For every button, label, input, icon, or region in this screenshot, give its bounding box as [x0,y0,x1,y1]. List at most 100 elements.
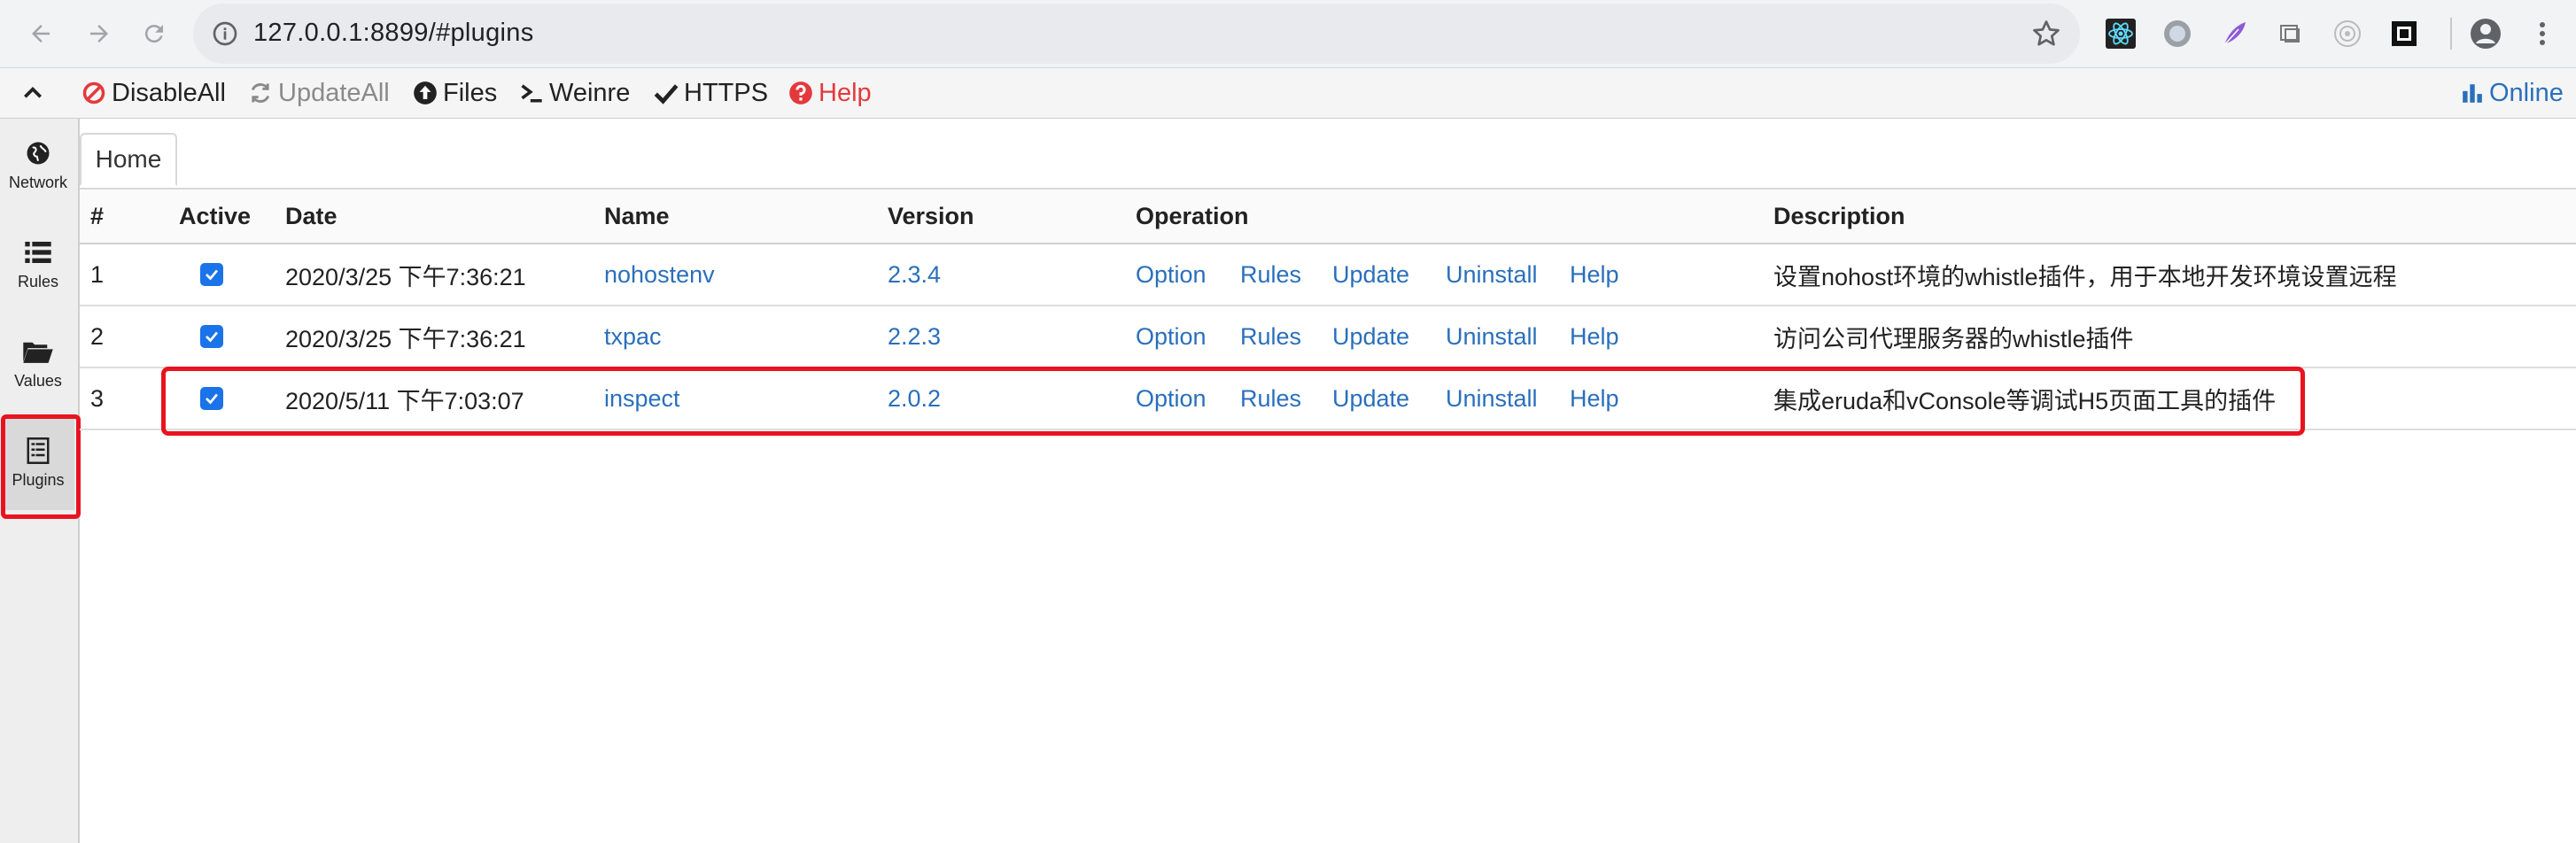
circle-extension[interactable] [2160,16,2195,51]
account-icon [2471,19,2501,49]
header-index: # [90,202,105,229]
check-icon [206,331,219,343]
weinre-label: Weinre [549,78,631,107]
update-all-button[interactable]: UpdateAll [248,68,390,118]
row-description: 设置nohost环境的whistle插件，用于本地开发环境设置远程 [1773,263,2397,290]
online-label: Online [2489,78,2564,107]
plugin-name-link[interactable]: nohostenv [604,244,715,305]
address-bar[interactable]: 127.0.0.1:8899/#plugins [193,4,2080,64]
feather-extension[interactable] [2216,16,2252,51]
app-toolbar: DisableAll UpdateAll Files Weinre HTTPS … [0,67,2576,120]
files-button[interactable]: Files [413,68,497,118]
active-checkbox[interactable] [200,306,223,367]
tab-home[interactable]: Home [80,133,177,186]
https-button[interactable]: HTTPS [654,68,768,118]
table-row: 1 2020/3/25 下午7:36:21 nohostenv 2.3.4 Op… [80,244,2576,306]
chevron-up-icon [24,87,42,98]
toolbar-divider [2450,18,2452,50]
row-index: 1 [90,260,105,288]
https-label: HTTPS [684,78,769,107]
header-operation: Operation [1136,202,1249,229]
target-icon [2334,20,2361,47]
row-index: 2 [90,322,105,350]
feather-icon [2223,22,2246,47]
table-row: 2 2020/3/25 下午7:36:21 txpac 2.2.3 Option… [80,306,2576,368]
sidebar-item-label: Values [14,371,62,390]
uninstall-link[interactable]: Uninstall [1446,244,1538,305]
rules-link[interactable]: Rules [1240,244,1301,305]
row-description: 访问公司代理服务器的whistle插件 [1773,325,2134,352]
url-text[interactable]: 127.0.0.1:8899/#plugins [253,19,534,48]
star-icon[interactable] [2030,18,2062,50]
update-link[interactable]: Update [1332,244,1409,305]
option-link[interactable]: Option [1136,244,1207,305]
row-index: 3 [90,384,105,412]
upload-circle-icon [414,81,437,104]
disable-all-button[interactable]: DisableAll [81,68,226,118]
sidebar-item-rules[interactable]: Rules [2,218,74,312]
active-checkbox[interactable] [200,244,223,305]
sidebar-item-network[interactable]: Network [2,119,74,213]
terminal-icon [521,84,542,103]
checkmark-icon [654,84,679,104]
plugin-version-link[interactable]: 2.3.4 [888,244,941,305]
browser-chrome: 127.0.0.1:8899/#plugins [0,0,2576,67]
qr-extension[interactable] [2273,16,2308,51]
help-link[interactable]: Help [1570,244,1619,305]
collapse-button[interactable] [21,68,50,118]
question-circle-icon [789,81,812,104]
react-devtools-extension[interactable] [2103,16,2138,51]
sidebar-item-label: Network [8,173,67,191]
browser-menu-button[interactable] [2525,16,2560,51]
update-link[interactable]: Update [1332,306,1409,367]
check-icon [206,269,219,281]
window-icon [2280,25,2300,43]
globe-icon [27,142,50,164]
list-icon [25,241,51,263]
rules-link[interactable]: Rules [1240,306,1301,367]
sidebar-item-values[interactable]: Values [2,317,74,411]
row-date: 2020/3/25 下午7:36:21 [285,263,526,290]
ban-icon [82,81,105,104]
header-version: Version [888,202,974,229]
arrow-left-icon [32,25,50,43]
update-all-label: UpdateAll [278,78,390,107]
header-active: Active [179,202,252,229]
profile-button[interactable] [2468,16,2503,51]
help-link[interactable]: Help [1570,306,1619,367]
reload-button[interactable] [136,16,172,51]
sidebar-item-label: Rules [17,272,59,290]
plugin-version-link[interactable]: 2.2.3 [888,306,941,367]
folder-open-icon [23,342,53,363]
option-link[interactable]: Option [1136,306,1207,367]
square-extension[interactable] [2386,16,2422,51]
forward-button[interactable] [81,16,117,51]
target-extension[interactable] [2330,16,2365,51]
plugins-highlight-box [1,414,81,519]
help-button[interactable]: Help [788,68,872,118]
refresh-icon [251,83,270,103]
uninstall-link[interactable]: Uninstall [1446,306,1538,367]
kebab-menu-icon [2540,22,2545,45]
files-label: Files [443,78,498,107]
square-frame-icon [2392,21,2417,46]
row-date: 2020/3/25 下午7:36:21 [285,325,526,352]
back-button[interactable] [23,16,58,51]
arrow-right-icon [90,25,108,43]
header-name: Name [604,202,670,229]
inspect-row-highlight-box [161,367,2305,436]
help-label: Help [819,78,872,107]
bar-chart-icon [2463,84,2482,103]
table-header-row: # Active Date Name Version Operation Des… [80,189,2576,244]
info-icon[interactable] [211,19,239,48]
tab-bar: Home [80,119,2576,189]
online-status-button[interactable]: Online [2461,68,2564,118]
gray-circle-icon [2164,20,2191,47]
header-description: Description [1773,202,1905,229]
react-icon [2106,19,2136,49]
reload-icon [144,25,163,43]
weinre-button[interactable]: Weinre [519,68,630,118]
disable-all-label: DisableAll [112,78,226,107]
plugin-name-link[interactable]: txpac [604,306,662,367]
header-date: Date [285,202,338,229]
